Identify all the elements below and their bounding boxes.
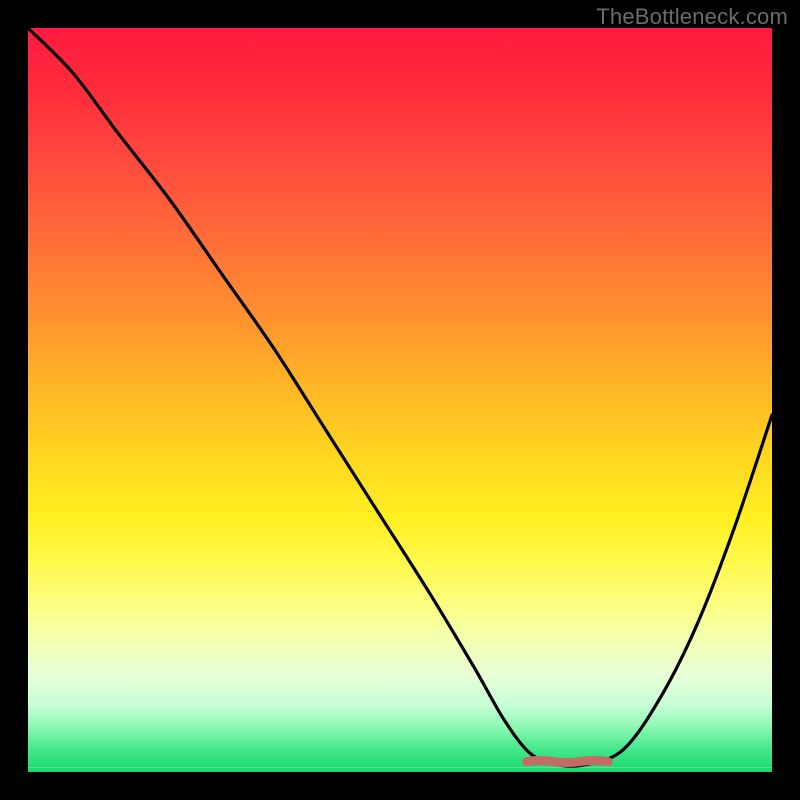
app-frame: TheBottleneck.com — [0, 0, 800, 800]
plot-area — [28, 28, 772, 772]
watermark-text: TheBottleneck.com — [596, 4, 788, 30]
bottleneck-curve — [28, 28, 772, 766]
minimum-marker — [526, 761, 608, 763]
curve-overlay — [28, 28, 772, 772]
